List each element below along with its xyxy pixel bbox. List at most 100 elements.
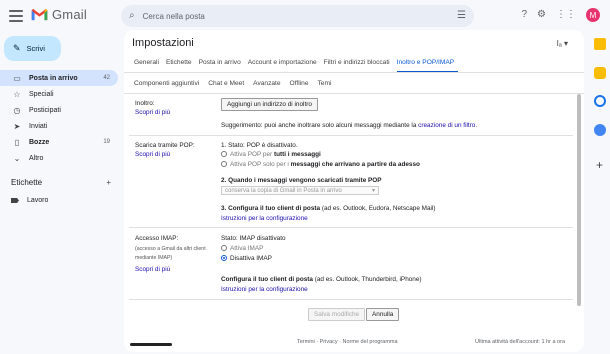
pop-status: 1. Stato: POP è disattivato.	[221, 142, 298, 149]
chevron-down-icon: ▾	[371, 188, 375, 194]
tabs-divider	[124, 72, 584, 73]
tab-tabs_row1-0[interactable]: Generali	[134, 59, 163, 73]
search-input[interactable]	[142, 11, 450, 21]
compose-button[interactable]: ✎ Scrivi	[4, 36, 61, 61]
pop-now-radio[interactable]	[221, 161, 227, 168]
section-divider	[129, 135, 573, 136]
gear-icon[interactable]: ⚙	[537, 10, 546, 20]
add-forwarding-address-button[interactable]: Aggiungi un indirizzo di inoltro	[221, 98, 318, 111]
sidebar-item-4[interactable]: ▯ Bozze 19	[0, 134, 118, 150]
imap-status: Stato: IMAP disattivato	[221, 235, 286, 242]
avatar[interactable]: M	[586, 8, 600, 22]
create-filter-link[interactable]: creazione di un filtro	[418, 122, 475, 129]
pop-option-now[interactable]: Attiva POP solo per i messaggi che arriv…	[221, 161, 420, 168]
pop-now-bold: messaggi che arrivano a partire da adess…	[290, 161, 420, 168]
sidebar-item-0[interactable]: ▭ Posta in arrivo 42	[0, 70, 118, 86]
pop-action-select[interactable]: conserva la copia di Gmail in Posta in a…	[221, 186, 379, 195]
forwarding-tip: Suggerimento: puoi anche inoltrare solo …	[221, 122, 477, 129]
imap-off-label: Disattiva IMAP	[230, 255, 272, 262]
imap-configure-title: Configura il tuo client di posta	[221, 276, 313, 283]
sidebar-nav: ▭ Posta in arrivo 42 ☆ Speciali ◷ Posticipati ➤…	[0, 70, 118, 166]
settings-content: Inoltro: Scopri di più Aggiungi un indir…	[124, 94, 578, 338]
tab-tabs_row2-4[interactable]: Temi	[318, 80, 336, 92]
apps-grid-icon[interactable]: ⋮⋮	[556, 10, 576, 20]
chevron-down-icon: ⌄	[13, 153, 21, 163]
tab-tabs_row2-2[interactable]: Avanzate	[253, 80, 284, 92]
labels-heading: Etichette	[11, 178, 43, 187]
main-menu-icon[interactable]	[9, 10, 23, 22]
settings-tabs-row2: Componenti aggiuntivi Chat e Meet Avanzate…	[134, 80, 340, 92]
calendar-icon[interactable]	[594, 38, 606, 50]
keep-icon[interactable]	[594, 67, 606, 79]
pop-learn-more-link[interactable]: Scopri di più	[135, 151, 170, 158]
tab-tabs_row1-2[interactable]: Posta in arrivo	[199, 59, 245, 73]
forwarding-label: Inoltro:	[135, 100, 155, 107]
imap-option-off[interactable]: Disattiva IMAP	[221, 255, 272, 262]
tab-tabs_row2-0[interactable]: Componenti aggiuntivi	[134, 80, 203, 92]
tasks-icon[interactable]	[594, 95, 606, 107]
imap-configure-note: (ad es. Outlook, Thunderbird, iPhone)	[314, 276, 422, 283]
tab-tabs_row2-1[interactable]: Chat e Meet	[208, 80, 248, 92]
imap-learn-more-link[interactable]: Scopri di più	[135, 266, 170, 273]
tab-tabs_row1-5[interactable]: Inoltro e POP/IMAP	[396, 59, 459, 73]
input-tools-icon[interactable]: Iₐ ▾	[557, 39, 568, 48]
add-label-icon[interactable]: +	[106, 178, 111, 187]
footer-links[interactable]: Termini · Privacy · Norme del programma	[297, 339, 398, 345]
pop-label: Scarica tramite POP:	[135, 142, 195, 149]
imap-instructions-link[interactable]: Istruzioni per la configurazione	[221, 286, 308, 293]
horizontal-scrollbar[interactable]	[130, 343, 172, 346]
tab-tabs_row1-3[interactable]: Account e importazione	[248, 59, 321, 73]
label-tag-icon	[11, 198, 19, 203]
page-title: Impostazioni	[132, 37, 194, 49]
search-icon[interactable]: ⌕	[129, 11, 135, 21]
sidebar-item-2[interactable]: ◷ Posticipati	[0, 102, 118, 118]
sidebar-item-5[interactable]: ⌄ Altro	[0, 150, 118, 166]
pop-instructions-link[interactable]: Istruzioni per la configurazione	[221, 215, 308, 222]
imap-on-radio[interactable]	[221, 245, 227, 252]
forwarding-tip-text: Suggerimento: puoi anche inoltrare solo …	[221, 122, 417, 129]
gmail-logo[interactable]: Gmail	[31, 7, 87, 22]
imap-sublabel: (accesso a Gmail da altri client mediant…	[135, 246, 206, 261]
settings-panel: Impostazioni Iₐ ▾ Generali Etichette Posta…	[124, 30, 584, 352]
pencil-icon: ✎	[13, 43, 21, 53]
forwarding-learn-more-link[interactable]: Scopri di più	[135, 109, 170, 116]
gmail-m-icon	[31, 8, 48, 21]
sidebar-item-label: Bozze	[29, 138, 50, 146]
compose-label: Scrivi	[26, 44, 45, 53]
section-divider	[129, 227, 573, 228]
help-icon[interactable]: ?	[521, 10, 527, 20]
imap-on-label: Attiva IMAP	[230, 245, 264, 252]
imap-option-on[interactable]: Attiva IMAP	[221, 245, 263, 252]
save-changes-button[interactable]: Salva modifiche	[308, 308, 366, 321]
tab-tabs_row1-1[interactable]: Etichette	[166, 59, 196, 73]
sidebar-item-1[interactable]: ☆ Speciali	[0, 86, 118, 102]
labels-header: Etichette +	[11, 178, 111, 187]
tab-tabs_row1-4[interactable]: Filtri e indirizzi bloccati	[324, 59, 394, 73]
vertical-scrollbar[interactable]	[577, 94, 581, 306]
tab-tabs_row2-3[interactable]: Offline	[290, 80, 313, 92]
sidebar-item-label: Posticipati	[29, 106, 61, 114]
label-item-name: Lavoro	[27, 197, 49, 204]
settings-tabs-row1: Generali Etichette Posta in arrivo Account …	[134, 59, 461, 73]
sidebar-item-label: Altro	[29, 154, 44, 162]
pop-all-bold: tutti i messaggi	[273, 151, 321, 158]
pop-now-pre: Attiva POP solo per i	[230, 161, 289, 168]
sidebar-item-count: 42	[103, 75, 110, 81]
section-divider	[129, 299, 573, 300]
search-options-icon[interactable]: ☰	[457, 11, 466, 21]
imap-off-radio[interactable]	[221, 255, 227, 262]
add-addon-icon[interactable]: +	[596, 158, 603, 172]
pop-all-radio[interactable]	[221, 151, 227, 158]
inbox-icon: ▭	[13, 73, 21, 83]
search-bar[interactable]: ⌕ ☰	[121, 5, 474, 27]
pop-step3-title: 3. Configura il tuo client di posta	[221, 205, 321, 212]
forwarding-tip-end: .	[475, 122, 478, 129]
sidebar-item-label: Inviati	[29, 122, 48, 130]
pop-step3-note: (ad es. Outlook, Eudora, Netscape Mail)	[321, 205, 436, 212]
sidebar-item-3[interactable]: ➤ Inviati	[0, 118, 118, 134]
label-item-lavoro[interactable]: Lavoro	[11, 197, 48, 204]
pop-option-all[interactable]: Attiva POP per tutti i messaggi	[221, 151, 321, 158]
imap-configure: Configura il tuo client di posta (ad es.…	[221, 276, 422, 283]
cancel-button[interactable]: Annulla	[366, 308, 400, 321]
contacts-icon[interactable]	[594, 124, 606, 136]
